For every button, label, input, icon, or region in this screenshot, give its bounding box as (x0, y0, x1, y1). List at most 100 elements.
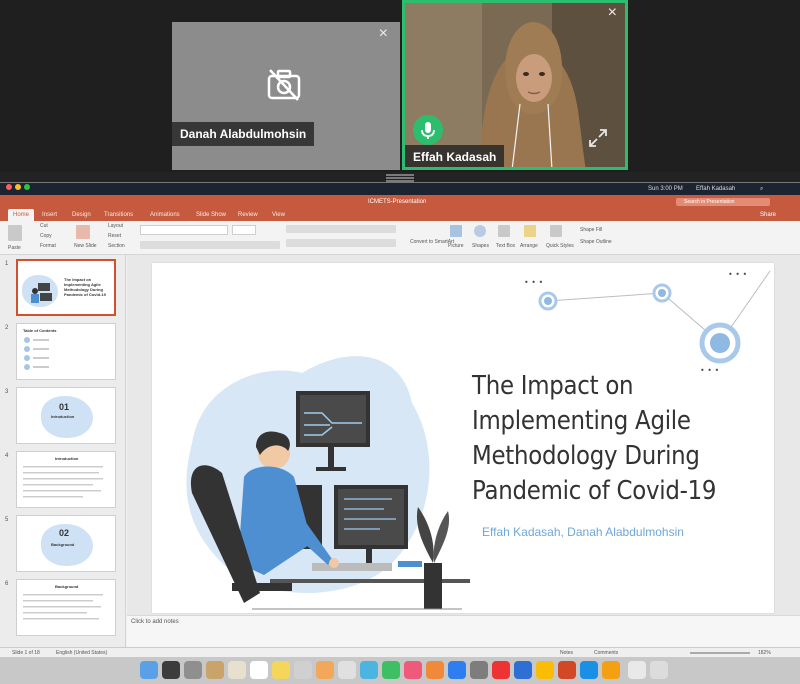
tab-slide-show[interactable]: Slide Show (196, 209, 226, 221)
slide-authors[interactable]: Effah Kadasah, Danah Alabdulmohsin (482, 525, 684, 539)
video-call-strip: × Danah Alabdulmohsin × Effah Kadasah (0, 0, 800, 172)
participant-tile-effah[interactable]: × Effah Kadasah (402, 0, 628, 170)
participant-tile-danah[interactable]: × Danah Alabdulmohsin (172, 0, 400, 170)
search-input[interactable]: Search in Presentation (676, 198, 770, 206)
safari-icon[interactable] (580, 661, 598, 679)
notes-app-icon[interactable] (228, 661, 246, 679)
slide-thumbnail-2[interactable]: Table of Contents (16, 323, 116, 380)
slide-thumbnail-4[interactable]: Introduction (16, 451, 116, 508)
current-slide[interactable]: • • • • • • • • • The Impact on Implemen… (152, 263, 774, 613)
quick-styles-icon[interactable] (550, 225, 562, 237)
slide-thumbnail-1[interactable]: The Impact on Implementing Agile Methodo… (16, 259, 116, 316)
menubar-user[interactable]: Effah Kadasah (696, 183, 735, 195)
messages-icon[interactable] (360, 661, 378, 679)
app-icon[interactable] (492, 661, 510, 679)
quick-styles-button[interactable]: Quick Styles (546, 243, 574, 249)
picture-button[interactable]: Picture (448, 243, 464, 249)
search-icon[interactable]: ⌕ (760, 183, 763, 195)
tab-design[interactable]: Design (72, 209, 91, 221)
thumbnail-number: 6 (5, 581, 9, 587)
paste-label[interactable]: Paste (8, 245, 21, 251)
slide-editor: • • • • • • • • • The Impact on Implemen… (127, 255, 800, 647)
tab-view[interactable]: View (272, 209, 285, 221)
shape-outline-button[interactable]: Shape Outline (580, 239, 612, 245)
arrange-icon[interactable] (524, 225, 536, 237)
shapes-button[interactable]: Shapes (472, 243, 489, 249)
expand-icon[interactable] (587, 127, 609, 149)
tile-topbar (172, 0, 400, 22)
format-painter-button[interactable]: Format (40, 243, 56, 249)
reset-button[interactable]: Reset (108, 233, 121, 239)
calendar-icon[interactable] (250, 661, 268, 679)
photo-booth-icon[interactable] (184, 661, 202, 679)
notes-pane[interactable]: Click to add notes (127, 615, 800, 647)
contacts-icon[interactable] (206, 661, 224, 679)
paragraph-buttons[interactable] (286, 225, 396, 233)
thumbnail-number: 4 (5, 453, 9, 459)
camera-off-icon (267, 69, 301, 101)
finder-icon[interactable] (140, 661, 158, 679)
chrome-icon[interactable] (536, 661, 554, 679)
stickies-icon[interactable] (272, 661, 290, 679)
layout-button[interactable]: Layout (108, 223, 123, 229)
arrange-button[interactable]: Arrange (520, 243, 538, 249)
powerpoint-icon[interactable] (558, 661, 576, 679)
new-slide-icon[interactable] (76, 225, 90, 239)
close-icon[interactable]: × (608, 5, 617, 21)
notes-placeholder[interactable]: Click to add notes (131, 619, 179, 625)
text-box-icon[interactable] (498, 225, 510, 237)
shapes-icon[interactable] (474, 225, 486, 237)
resize-handle[interactable] (386, 174, 414, 182)
font-format-buttons[interactable] (140, 241, 280, 249)
svg-text:• • •: • • • (728, 270, 747, 279)
trash-icon[interactable] (650, 661, 668, 679)
alignment-buttons[interactable] (286, 239, 396, 247)
thumbnail-title: Background (55, 584, 79, 589)
shape-fill-button[interactable]: Shape Fill (580, 227, 602, 233)
photos-icon[interactable] (316, 661, 334, 679)
books-icon[interactable] (426, 661, 444, 679)
paste-icon[interactable] (8, 225, 22, 241)
picture-icon[interactable] (450, 225, 462, 237)
svg-text:• • •: • • • (524, 278, 543, 287)
font-family-select[interactable] (140, 225, 228, 235)
thumbnail-subtitle: Introduction (51, 414, 75, 419)
section-button[interactable]: Section (108, 243, 125, 249)
tab-animations[interactable]: Animations (150, 209, 180, 221)
thumbnail-number: 5 (5, 517, 9, 523)
cut-button[interactable]: Cut (40, 223, 48, 229)
slide-thumbnail-3[interactable]: 01 Introduction (16, 387, 116, 444)
app-icon[interactable] (602, 661, 620, 679)
thumbnail-title: The Impact on Implementing Agile Methodo… (64, 277, 106, 297)
textedit-icon[interactable] (338, 661, 356, 679)
ribbon-tabs: Home Insert Design Transitions Animation… (0, 209, 800, 221)
text-box-button[interactable]: Text Box (496, 243, 515, 249)
slide-title[interactable]: The Impact on Implementing Agile Methodo… (472, 369, 736, 509)
outlook-icon[interactable] (514, 661, 532, 679)
zoom-slider[interactable] (690, 652, 750, 654)
tab-transitions[interactable]: Transitions (104, 209, 133, 221)
status-bar: Slide 1 of 18 English (United States) No… (0, 647, 800, 657)
downloads-icon[interactable] (628, 661, 646, 679)
slide-thumbnail-5[interactable]: 02 Background (16, 515, 116, 572)
powerpoint-window: Sun 3:00 PM Effah Kadasah ⌕ ICMETS-Prese… (0, 182, 800, 684)
tile-video-area: × Danah Alabdulmohsin (172, 22, 400, 170)
slide-thumbnail-6[interactable]: Background (16, 579, 116, 636)
new-slide-button[interactable]: New Slide (74, 243, 97, 249)
music-icon[interactable] (404, 661, 422, 679)
tab-review[interactable]: Review (238, 209, 258, 221)
app-store-icon[interactable] (448, 661, 466, 679)
close-icon[interactable]: × (379, 26, 388, 42)
thumbnail-text-lines (23, 594, 103, 620)
window-controls[interactable] (6, 183, 33, 195)
tab-home[interactable]: Home (8, 209, 35, 221)
font-size-select[interactable] (232, 225, 256, 235)
launchpad-icon[interactable] (162, 661, 180, 679)
facetime-icon[interactable] (382, 661, 400, 679)
system-preferences-icon[interactable] (470, 661, 488, 679)
thumbnail-text-lines (23, 466, 103, 498)
tab-insert[interactable]: Insert (42, 209, 57, 221)
share-button[interactable]: Share (760, 209, 776, 221)
copy-button[interactable]: Copy (40, 233, 52, 239)
reminders-icon[interactable] (294, 661, 312, 679)
